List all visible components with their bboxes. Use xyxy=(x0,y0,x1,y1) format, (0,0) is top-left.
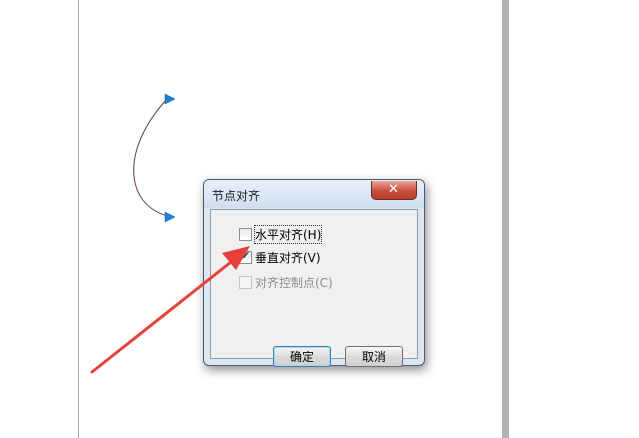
checkbox-vertical-align[interactable]: ✔ 垂直对齐(V) xyxy=(239,249,321,265)
checkbox-vertical-label[interactable]: 垂直对齐(V) xyxy=(255,249,321,266)
checkbox-align-control-points: 对齐控制点(C) xyxy=(239,274,333,290)
checkbox-vertical-box[interactable]: ✔ xyxy=(239,248,252,264)
checkbox-control-points-label: 对齐控制点(C) xyxy=(255,275,333,290)
ok-button[interactable]: 确定 xyxy=(273,346,331,367)
checkbox-horizontal-label[interactable]: 水平对齐(H) xyxy=(253,224,323,244)
check-mark-icon: ✔ xyxy=(241,248,251,262)
dialog-title: 节点对齐 xyxy=(212,189,261,203)
bezier-curve[interactable] xyxy=(133,98,169,217)
close-icon: ✕ xyxy=(388,182,399,197)
close-button[interactable]: ✕ xyxy=(371,181,417,200)
cancel-button[interactable]: 取消 xyxy=(345,346,403,367)
checkbox-control-points-box xyxy=(239,275,252,289)
start-node-marker-icon[interactable] xyxy=(164,93,176,105)
dialog-titlebar[interactable]: 节点对齐 ✕ xyxy=(204,180,424,208)
dialog-client-area: 水平对齐(H) ✔ 垂直对齐(V) 对齐控制点(C) 确定 取消 xyxy=(210,209,418,367)
end-node-marker-icon[interactable] xyxy=(164,211,176,223)
checkbox-horizontal-align[interactable]: 水平对齐(H) xyxy=(239,224,323,244)
node-align-dialog: 节点对齐 ✕ 水平对齐(H) ✔ 垂直对齐(V) 对齐控制点(C) 确定 取消 xyxy=(203,179,425,367)
checkbox-horizontal-box[interactable] xyxy=(239,227,252,241)
